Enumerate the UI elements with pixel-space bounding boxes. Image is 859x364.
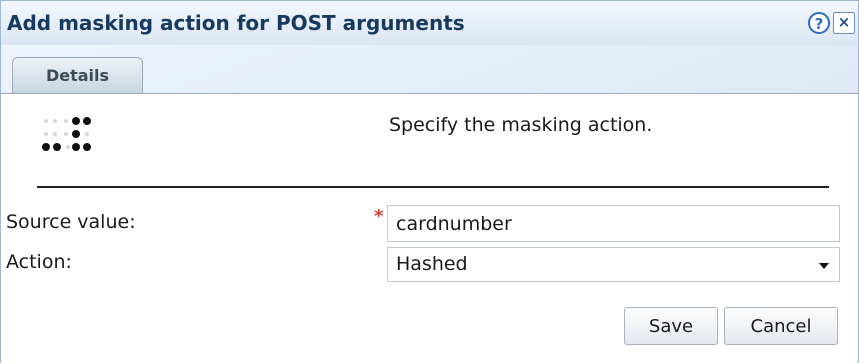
dot [42,143,50,151]
dot [66,145,70,149]
action-selected-value: Hashed [396,253,468,275]
dialog-title: Add masking action for POST arguments [7,11,465,35]
dot [53,119,57,123]
dot [85,132,89,136]
dot [53,143,61,151]
dot [64,119,68,123]
instruction-text: Specify the masking action. [389,114,653,136]
action-label: Action: [6,251,72,273]
save-button[interactable]: Save [624,307,718,345]
dot [83,143,91,151]
masking-dots-icon [42,116,114,166]
cancel-button[interactable]: Cancel [724,307,838,345]
dot [53,132,57,136]
dot [83,117,91,125]
dialog-titlebar[interactable]: Add masking action for POST arguments ? … [1,1,858,45]
dot [44,132,48,136]
dot [72,130,80,138]
close-icon[interactable]: × [833,12,855,34]
help-icon[interactable]: ? [808,12,830,34]
dot [44,119,48,123]
dot [72,143,80,151]
details-panel: Specify the masking action. Source value… [1,93,858,364]
dot [64,132,68,136]
action-select[interactable]: Hashed [387,247,840,282]
source-value-input[interactable] [387,205,840,242]
required-marker: * [374,206,384,227]
masking-action-dialog: Add masking action for POST arguments ? … [0,0,859,364]
tab-details[interactable]: Details [12,57,143,94]
chevron-down-icon[interactable] [819,263,829,269]
section-divider [37,186,829,188]
dot [72,117,80,125]
source-value-label: Source value: [6,211,136,233]
